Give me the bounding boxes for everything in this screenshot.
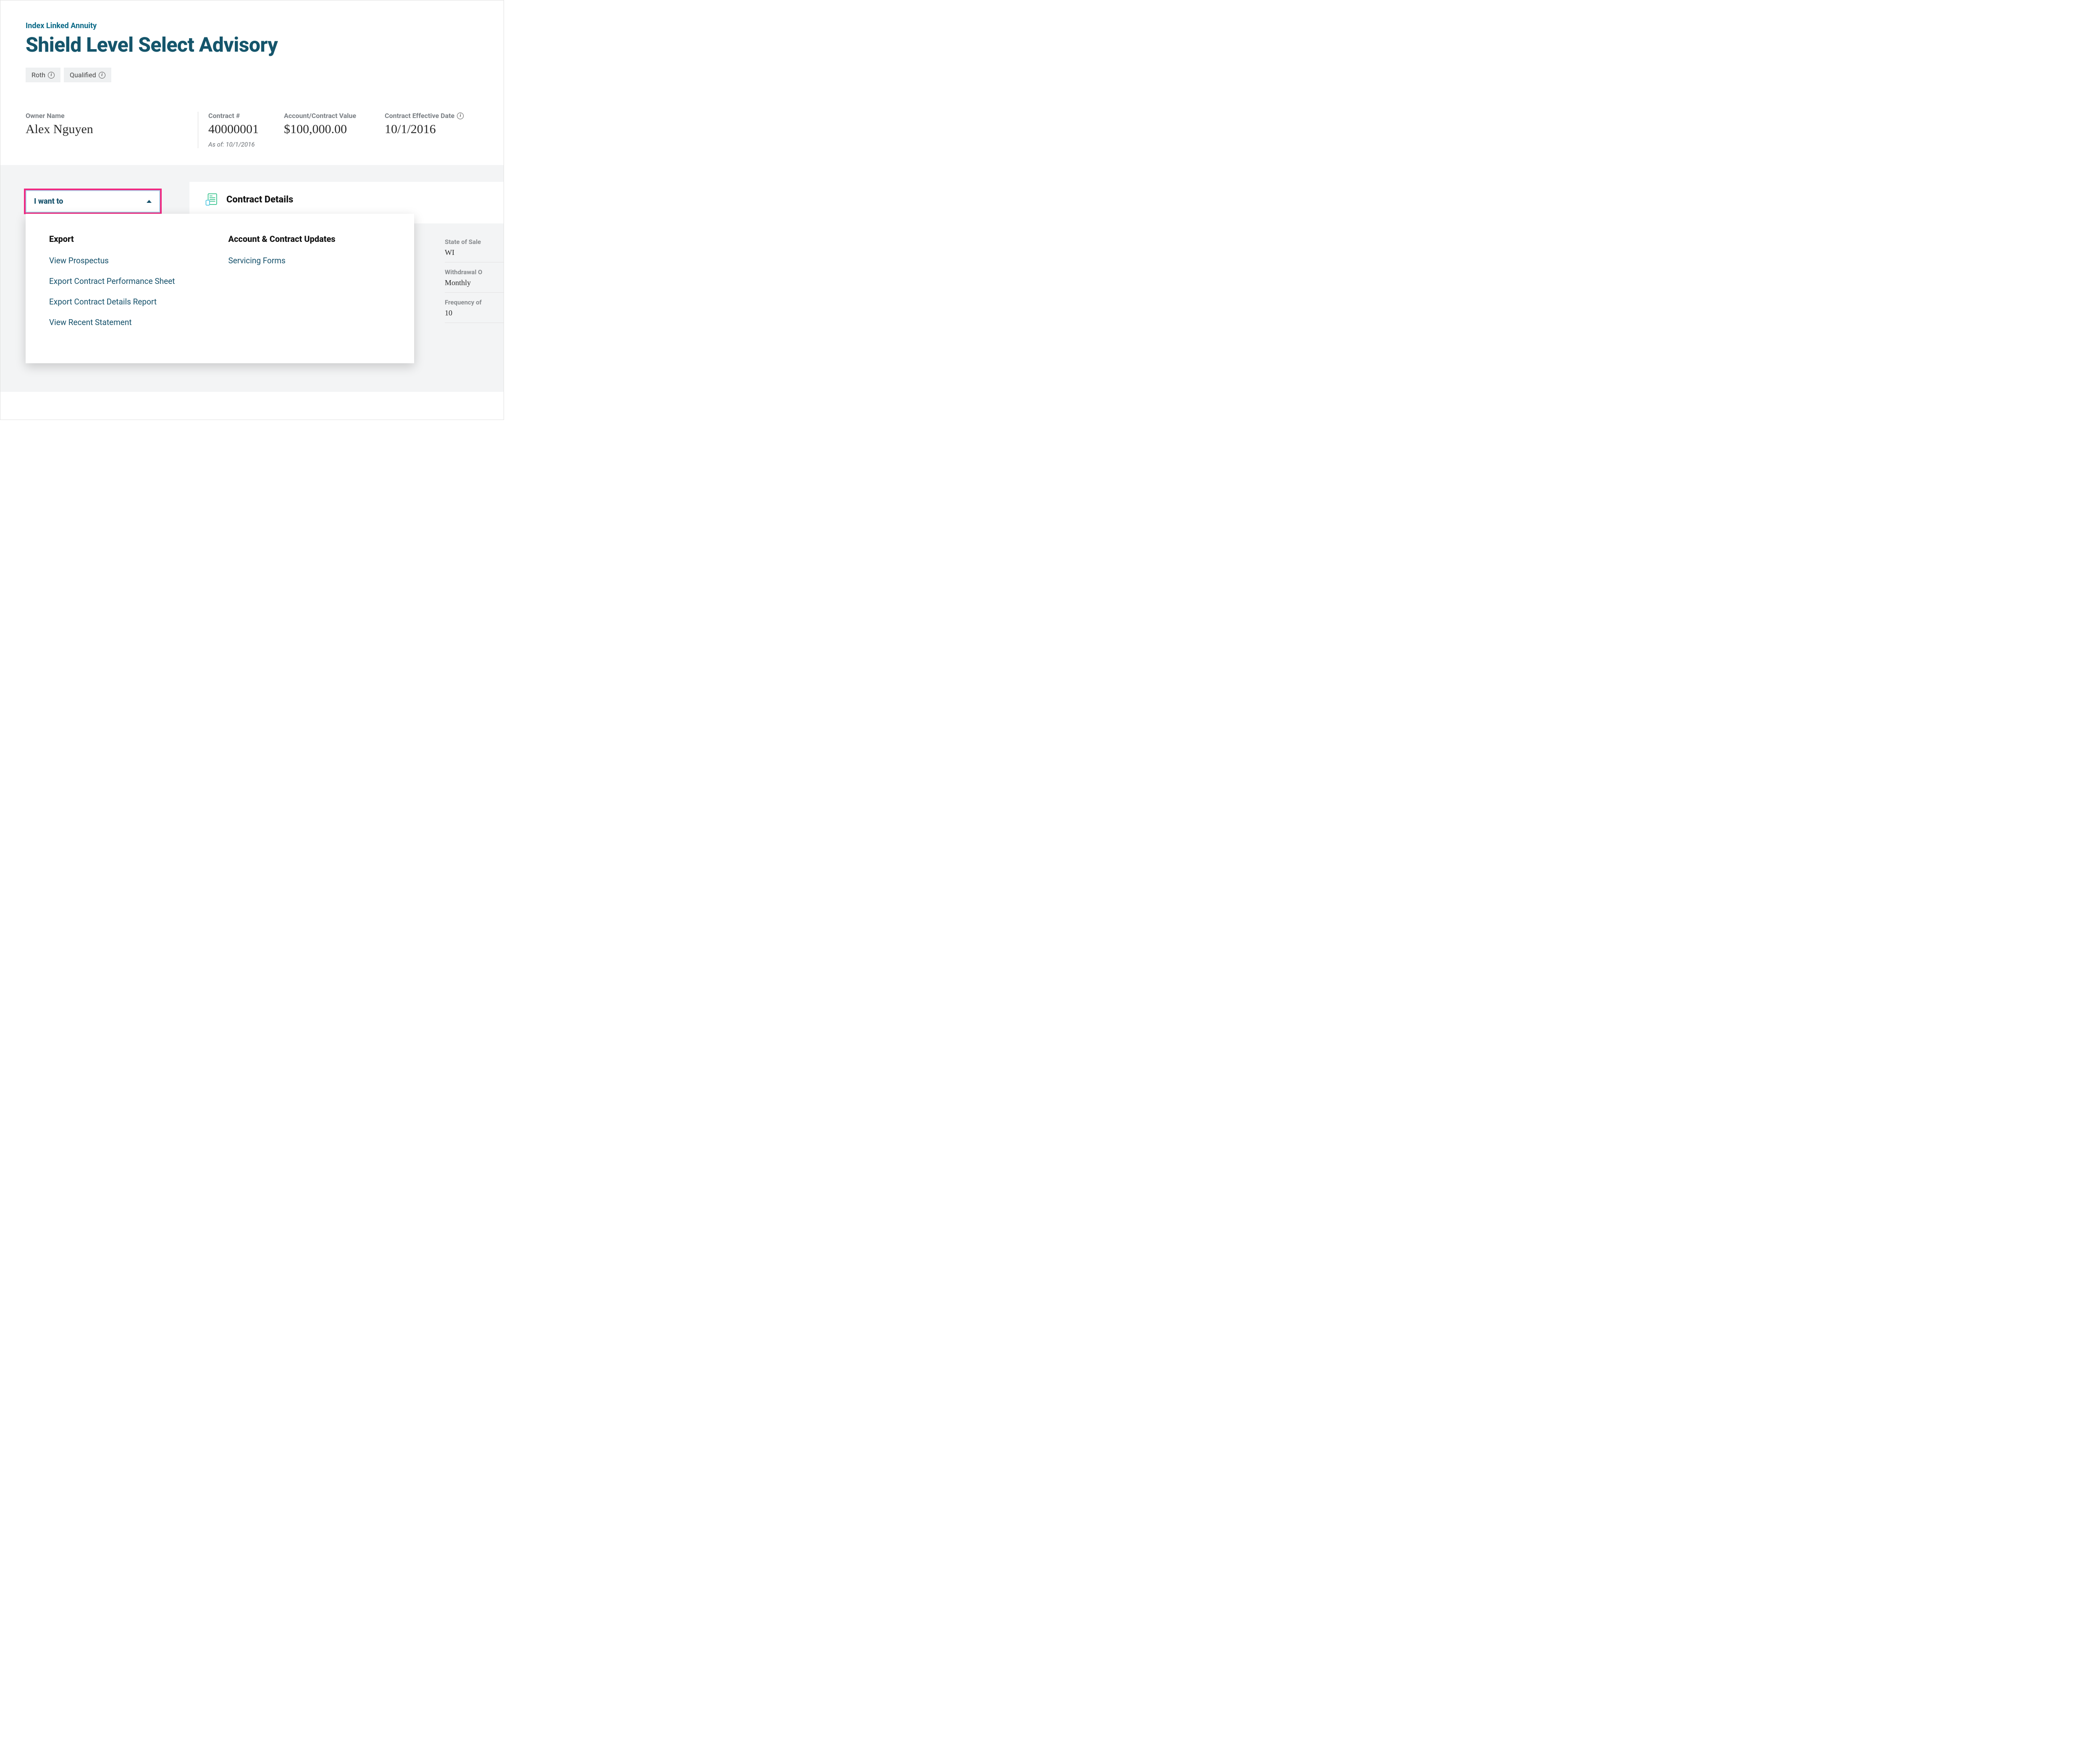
summary-account-value: Account/Contract Value $100,000.00 <box>284 112 385 148</box>
owner-value: Alex Nguyen <box>26 122 198 136</box>
dropdown-panel: Export View Prospectus Export Contract P… <box>26 214 414 363</box>
field-state-of-sale: State of Sale WI <box>445 232 504 262</box>
tag-qualified[interactable]: Qualified i <box>64 68 111 82</box>
link-servicing-forms[interactable]: Servicing Forms <box>228 256 391 265</box>
tag-label: Qualified <box>70 71 96 79</box>
info-icon[interactable]: i <box>99 72 105 79</box>
summary-owner: Owner Name Alex Nguyen <box>26 112 198 148</box>
i-want-to-button[interactable]: I want to <box>26 190 160 212</box>
field-label: Withdrawal O <box>445 268 504 276</box>
document-icon <box>205 192 219 207</box>
summary-contract: Contract # 40000001 As of: 10/1/2016 <box>208 112 284 148</box>
field-withdrawal: Withdrawal O Monthly <box>445 262 504 293</box>
info-icon[interactable]: i <box>48 72 55 79</box>
owner-label: Owner Name <box>26 112 198 120</box>
contract-details-title: Contract Details <box>226 194 293 205</box>
account-value: $100,000.00 <box>284 122 385 136</box>
summary-row: Owner Name Alex Nguyen Contract # 400000… <box>0 103 504 165</box>
field-frequency: Frequency of 10 <box>445 293 504 323</box>
field-label: State of Sale <box>445 238 504 246</box>
panel-updates-col: Account & Contract Updates Servicing For… <box>228 234 391 338</box>
link-view-prospectus[interactable]: View Prospectus <box>49 256 212 265</box>
lower-section: Contract Details State of Sale WI Withdr… <box>0 165 504 392</box>
details-side-fields: State of Sale WI Withdrawal O Monthly Fr… <box>445 232 504 323</box>
field-value: WI <box>445 248 504 257</box>
effective-date-value: 10/1/2016 <box>385 122 478 136</box>
contract-value: 40000001 <box>208 122 284 136</box>
header-area: Index Linked Annuity Shield Level Select… <box>0 0 504 103</box>
page-root: Index Linked Annuity Shield Level Select… <box>0 0 504 420</box>
updates-heading: Account & Contract Updates <box>228 234 391 244</box>
effective-date-label: Contract Effective Date i <box>385 112 478 120</box>
panel-export-col: Export View Prospectus Export Contract P… <box>49 234 212 338</box>
product-category: Index Linked Annuity <box>26 21 478 30</box>
info-icon[interactable]: i <box>457 113 464 119</box>
contract-details-header: Contract Details <box>205 192 504 207</box>
tag-label: Roth <box>32 71 45 79</box>
field-value: 10 <box>445 309 504 317</box>
field-label: Frequency of <box>445 299 504 306</box>
contract-label: Contract # <box>208 112 284 120</box>
tag-roth[interactable]: Roth i <box>26 68 60 82</box>
link-export-details-report[interactable]: Export Contract Details Report <box>49 297 212 307</box>
link-export-performance-sheet[interactable]: Export Contract Performance Sheet <box>49 276 212 286</box>
summary-effective-date: Contract Effective Date i 10/1/2016 <box>385 112 478 148</box>
export-heading: Export <box>49 234 212 244</box>
i-want-to-dropdown: I want to Export View Prospectus Export … <box>26 190 160 212</box>
tag-row: Roth i Qualified i <box>26 68 478 82</box>
effective-date-label-text: Contract Effective Date <box>385 112 454 120</box>
field-value: Monthly <box>445 278 504 287</box>
product-title: Shield Level Select Advisory <box>26 33 478 57</box>
dropdown-label: I want to <box>34 197 63 206</box>
caret-up-icon <box>147 200 152 203</box>
contract-asof: As of: 10/1/2016 <box>208 141 284 148</box>
account-value-label: Account/Contract Value <box>284 112 385 120</box>
link-view-recent-statement[interactable]: View Recent Statement <box>49 317 212 327</box>
